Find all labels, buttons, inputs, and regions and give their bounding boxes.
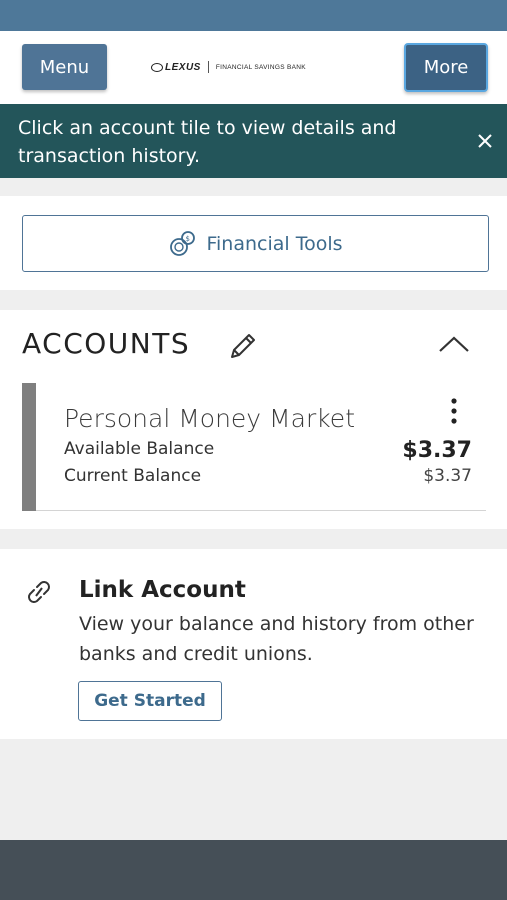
more-button[interactable]: More — [404, 43, 488, 92]
available-balance-value: $3.37 — [402, 438, 472, 463]
logo-divider — [207, 61, 209, 73]
financial-tools-icon: $ — [170, 230, 196, 256]
status-bar — [0, 0, 507, 31]
financial-tools-button[interactable]: $ Financial Tools — [22, 215, 489, 272]
link-account-card: Link Account View your balance and histo… — [0, 549, 507, 739]
financial-tools-label: Financial Tools — [206, 232, 343, 255]
logo-bank-name: FINANCIAL SAVINGS BANK — [215, 63, 306, 71]
pencil-icon[interactable] — [226, 329, 260, 363]
svg-text:$: $ — [186, 235, 190, 243]
current-balance-label: Current Balance — [64, 466, 202, 486]
link-icon — [28, 581, 50, 603]
account-tile[interactable]: Personal Money Market Available Balance … — [22, 383, 486, 511]
link-account-description: View your balance and history from other… — [79, 613, 474, 665]
bottom-bar — [0, 840, 507, 900]
accounts-title: ACCOUNTS — [22, 327, 191, 360]
banner-message: Click an account tile to view details an… — [18, 117, 397, 167]
info-banner[interactable]: Click an account tile to view details an… — [0, 104, 507, 178]
close-icon[interactable] — [474, 130, 496, 152]
financial-tools-card: $ Financial Tools — [0, 196, 507, 290]
logo-brand: LEXUS — [165, 61, 201, 73]
bank-logo: LEXUS FINANCIAL SAVINGS BANK — [151, 58, 336, 76]
kebab-menu-icon[interactable] — [442, 396, 466, 428]
app-header: Menu LEXUS FINANCIAL SAVINGS BANK More — [0, 31, 507, 104]
lexus-logo-icon — [151, 62, 163, 72]
menu-button[interactable]: Menu — [22, 44, 107, 90]
current-balance-value: $3.37 — [423, 466, 472, 486]
account-tile-accent — [22, 383, 36, 511]
chevron-up-icon[interactable] — [437, 332, 471, 356]
get-started-button[interactable]: Get Started — [78, 681, 222, 721]
available-balance-label: Available Balance — [64, 439, 215, 459]
link-account-title: Link Account — [79, 577, 246, 603]
accounts-card: ACCOUNTS Personal Money Market Available… — [0, 310, 507, 529]
account-name: Personal Money Market — [64, 404, 355, 433]
